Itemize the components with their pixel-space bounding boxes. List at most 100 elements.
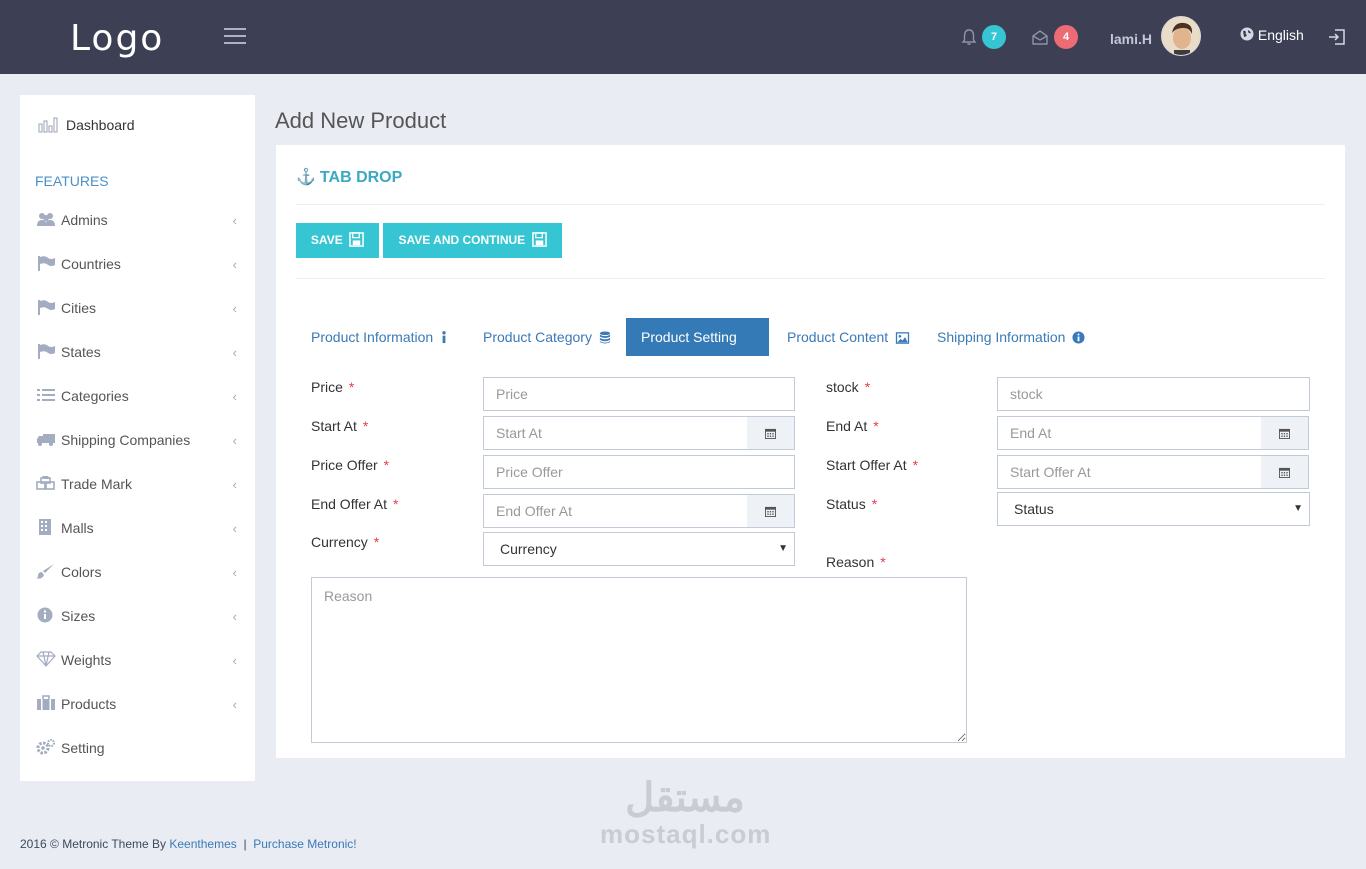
avatar[interactable] — [1161, 16, 1201, 56]
start-offer-at-input[interactable] — [997, 455, 1262, 489]
chevron-left-icon: ‹ — [232, 345, 237, 360]
sidebar-item-cities[interactable]: Cities ‹ — [36, 299, 241, 323]
sidebar-item-shipping-companies[interactable]: Shipping Companies ‹ — [36, 431, 241, 455]
chevron-left-icon: ‹ — [232, 697, 237, 712]
end-at-label: End At * — [826, 418, 879, 434]
portlet-title-text: TAB DROP — [319, 169, 403, 186]
divider — [296, 204, 1325, 205]
save-and-continue-label: SAVE AND CONTINUE — [398, 233, 526, 247]
logout-icon[interactable] — [1327, 28, 1347, 46]
sidebar-item-label: Categories — [61, 388, 129, 404]
envelope-open-icon[interactable] — [1031, 28, 1049, 46]
start-at-input[interactable] — [483, 416, 748, 450]
diamond-icon — [36, 651, 56, 667]
chevron-left-icon: ‹ — [232, 565, 237, 580]
language-selector[interactable]: English — [1240, 27, 1304, 43]
currency-select[interactable]: Currency ▼ — [483, 532, 795, 566]
purchase-metronic-link[interactable]: Purchase Metronic! — [253, 837, 356, 851]
chevron-left-icon: ‹ — [232, 609, 237, 624]
sidebar-item-categories[interactable]: Categories ‹ — [36, 387, 241, 411]
building-icon — [39, 519, 51, 535]
chevron-left-icon: ‹ — [232, 433, 237, 448]
save-button[interactable]: SAVE — [296, 223, 379, 258]
sidebar-item-setting[interactable]: Setting — [36, 739, 241, 763]
info-icon — [442, 331, 446, 344]
logo[interactable]: Logo — [70, 18, 164, 59]
tab-product-setting[interactable]: Product Setting — [626, 318, 769, 382]
tab-label: Product Content — [787, 329, 889, 345]
sidebar-item-label: Dashboard — [66, 117, 135, 133]
divider — [296, 278, 1325, 279]
sidebar-item-countries[interactable]: Countries ‹ — [36, 255, 241, 279]
start-offer-at-label: Start Offer At * — [826, 457, 919, 473]
watermark-latin: mostaql.com — [600, 819, 772, 849]
footer: 2016 © Metronic Theme By Keenthemes | Pu… — [20, 837, 357, 851]
save-and-continue-button[interactable]: SAVE AND CONTINUE — [383, 223, 562, 258]
brush-icon — [36, 564, 54, 579]
menu-toggle-icon[interactable] — [224, 28, 246, 46]
status-select[interactable]: Status ▼ — [997, 492, 1310, 526]
portlet-title: ⚓ TAB DROP — [296, 167, 402, 187]
calendar-icon — [1279, 467, 1290, 478]
reason-textarea[interactable] — [311, 577, 967, 743]
price-offer-label: Price Offer * — [311, 457, 390, 473]
chevron-left-icon: ‹ — [232, 301, 237, 316]
sidebar-item-malls[interactable]: Malls ‹ — [36, 519, 241, 543]
end-at-input[interactable] — [997, 416, 1262, 450]
end-at-calendar-button[interactable] — [1261, 416, 1309, 450]
flag-icon — [38, 256, 55, 271]
sidebar-item-trade-mark[interactable]: Trade Mark ‹ — [36, 475, 241, 499]
tab-product-content[interactable]: Product Content — [772, 318, 925, 356]
caret-down-icon: ▼ — [1293, 503, 1303, 514]
sidebar-item-label: Shipping Companies — [61, 432, 191, 448]
reason-label: Reason * — [826, 554, 886, 570]
tab-product-category[interactable]: Product Category — [468, 318, 626, 356]
bell-icon[interactable] — [960, 28, 978, 46]
username[interactable]: lami.H — [1110, 31, 1152, 47]
tab-label: Product Setting — [641, 329, 737, 345]
floppy-disk-icon — [349, 232, 364, 247]
cogs-icon — [36, 739, 55, 755]
sidebar-item-label: Trade Mark — [61, 476, 133, 492]
sidebar-item-label: Cities — [61, 300, 97, 316]
end-offer-at-input[interactable] — [483, 494, 748, 528]
end-offer-at-calendar-button[interactable] — [747, 494, 795, 528]
sidebar-item-states[interactable]: States ‹ — [36, 343, 241, 367]
sidebar-item-colors[interactable]: Colors ‹ — [36, 563, 241, 587]
sidebar-item-label: Sizes — [61, 608, 96, 624]
notifications-badge: 7 — [982, 25, 1006, 49]
image-icon — [895, 332, 910, 344]
anchor-icon: ⚓ — [296, 169, 316, 186]
tab-label: Product Information — [311, 329, 434, 345]
keenthemes-link[interactable]: Keenthemes — [169, 837, 236, 851]
sidebar-item-admins[interactable]: Admins ‹ — [36, 211, 241, 235]
sidebar-item-weights[interactable]: Weights ‹ — [36, 651, 241, 675]
users-icon — [37, 213, 55, 226]
watermark: مستقل mostaql.com — [600, 775, 770, 847]
start-at-calendar-button[interactable] — [747, 416, 795, 450]
price-input[interactable] — [483, 377, 795, 411]
page-title: Add New Product — [275, 108, 447, 133]
tab-label: Shipping Information — [937, 329, 1066, 345]
currency-label: Currency * — [311, 534, 380, 550]
top-header: Logo 7 4 lami.H English — [0, 0, 1366, 74]
stock-label: stock * — [826, 379, 871, 395]
tab-shipping-information[interactable]: Shipping Information — [922, 318, 1100, 356]
bar-chart-icon — [38, 117, 58, 133]
stock-input[interactable] — [997, 377, 1310, 411]
sidebar-item-label: Weights — [61, 652, 112, 668]
sidebar-item-products[interactable]: Products ‹ — [36, 695, 241, 719]
sidebar-item-label: Setting — [61, 740, 105, 756]
start-offer-at-calendar-button[interactable] — [1261, 455, 1309, 489]
status-label: Status * — [826, 496, 878, 512]
flag-icon — [38, 344, 55, 359]
globe-icon — [1240, 27, 1254, 41]
sidebar-item-dashboard[interactable]: Dashboard — [38, 117, 135, 133]
price-offer-input[interactable] — [483, 455, 795, 489]
chevron-left-icon: ‹ — [232, 213, 237, 228]
sidebar-item-label: Admins — [61, 212, 108, 228]
footer-separator: | — [243, 837, 247, 851]
tab-product-information[interactable]: Product Information — [296, 318, 463, 356]
sidebar-item-sizes[interactable]: Sizes ‹ — [36, 607, 241, 631]
database-icon — [599, 331, 610, 344]
